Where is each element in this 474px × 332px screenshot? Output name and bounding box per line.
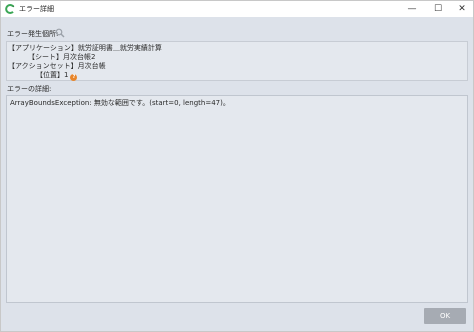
location-position-row: 【位置】1? (36, 71, 78, 81)
title-bar[interactable]: エラー詳細 — ☐ ✕ (1, 1, 473, 17)
error-detail-window: エラー詳細 — ☐ ✕ エラー発生個所: 【アプリケーション】就労証明書＿就労実… (0, 0, 474, 332)
search-icon[interactable] (55, 28, 65, 38)
location-action-set: 【アクションセット】月次台帳 (8, 62, 106, 70)
error-location-panel: 【アプリケーション】就労証明書＿就労実績計算 【シート】月次台帳2 【アクション… (6, 41, 468, 81)
location-application: 【アプリケーション】就労証明書＿就労実績計算 (8, 44, 162, 52)
dialog-body: エラー発生個所: 【アプリケーション】就労証明書＿就労実績計算 【シート】月次台… (1, 17, 473, 331)
ok-button[interactable]: OK (424, 308, 466, 324)
minimize-icon: — (407, 4, 417, 14)
error-detail-label: エラーの詳細: (7, 85, 52, 93)
location-position: 【位置】1 (36, 71, 69, 79)
app-logo-icon (5, 4, 15, 14)
error-detail-textarea[interactable]: ArrayBoundsException: 無効な範囲です。(start=0, … (6, 95, 468, 303)
error-message: ArrayBoundsException: 無効な範囲です。(start=0, … (10, 99, 230, 107)
error-location-label: エラー発生個所: (7, 30, 59, 38)
close-button[interactable]: ✕ (449, 1, 474, 17)
help-icon[interactable]: ? (70, 74, 78, 81)
close-icon: ✕ (458, 4, 466, 14)
window-title: エラー詳細 (19, 5, 54, 13)
location-sheet: 【シート】月次台帳2 (28, 53, 96, 61)
maximize-button[interactable]: ☐ (425, 1, 451, 17)
minimize-button[interactable]: — (399, 1, 425, 17)
maximize-icon: ☐ (433, 4, 443, 14)
